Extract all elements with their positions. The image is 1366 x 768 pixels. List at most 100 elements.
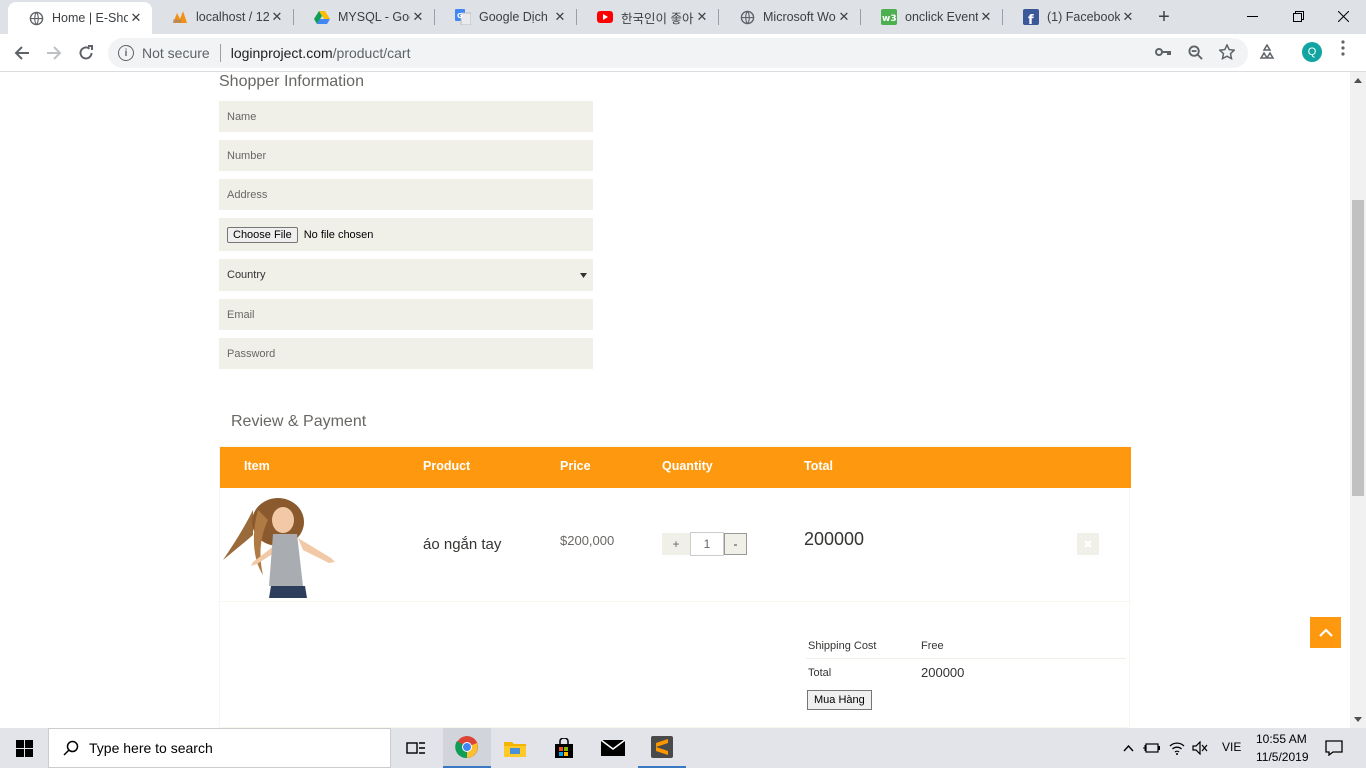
col-total: Total bbox=[804, 459, 833, 473]
forward-button[interactable] bbox=[41, 40, 67, 66]
arrow-right-icon bbox=[47, 46, 62, 60]
mail-button[interactable] bbox=[589, 728, 637, 768]
new-tab-button[interactable]: + bbox=[1152, 6, 1176, 29]
extension-icon[interactable] bbox=[1258, 43, 1276, 61]
close-icon[interactable]: ✕ bbox=[978, 9, 994, 25]
review-payment-title: Review & Payment bbox=[231, 413, 367, 430]
summary-total-value: 200000 bbox=[921, 665, 965, 680]
svg-text:f: f bbox=[1028, 13, 1034, 25]
folder-icon bbox=[504, 742, 526, 757]
tab-title: onclick Event bbox=[905, 10, 978, 24]
close-icon[interactable]: ✕ bbox=[836, 9, 852, 25]
tab-title: (1) Facebook bbox=[1047, 10, 1120, 24]
quantity-plus-button[interactable]: + bbox=[662, 533, 690, 555]
back-button[interactable] bbox=[9, 40, 35, 66]
quantity-minus-button[interactable]: - bbox=[724, 533, 747, 555]
close-window-button[interactable] bbox=[1320, 0, 1366, 32]
tab-youtube[interactable]: 한국인이 좋아 ✕ bbox=[577, 0, 718, 34]
tab-title: Google Dịch bbox=[479, 10, 548, 24]
close-icon[interactable]: ✕ bbox=[552, 9, 568, 25]
chevron-up-icon bbox=[1318, 628, 1333, 637]
choose-file-button[interactable]: Choose File bbox=[227, 226, 298, 243]
notifications-button[interactable] bbox=[1310, 728, 1358, 768]
taskbar-search-placeholder: Type here to search bbox=[89, 740, 213, 756]
zoom-icon[interactable] bbox=[1186, 43, 1204, 61]
scroll-up-arrow-icon[interactable] bbox=[1350, 72, 1366, 88]
profile-avatar[interactable]: Q bbox=[1302, 42, 1322, 62]
row-divider bbox=[220, 601, 1131, 602]
file-explorer-button[interactable] bbox=[491, 728, 539, 768]
store-button[interactable] bbox=[540, 728, 588, 768]
notification-icon bbox=[1325, 740, 1343, 756]
taskbar-search[interactable]: Type here to search bbox=[48, 728, 391, 768]
country-select[interactable]: Country bbox=[219, 259, 593, 291]
scroll-down-arrow-icon[interactable] bbox=[1350, 711, 1366, 727]
tab-home-eshop[interactable]: Home | E-Shop ✕ bbox=[8, 2, 152, 34]
close-icon[interactable]: ✕ bbox=[1120, 9, 1136, 25]
product-name[interactable]: áo ngắn tay bbox=[423, 536, 501, 553]
minimize-button[interactable] bbox=[1229, 0, 1275, 32]
tab-title: Microsoft Wor bbox=[763, 10, 836, 24]
quantity-input[interactable] bbox=[690, 532, 724, 556]
row-total: 200000 bbox=[804, 529, 865, 549]
wifi-icon[interactable] bbox=[1166, 728, 1188, 768]
no-file-label: No file chosen bbox=[303, 228, 374, 241]
name-field[interactable] bbox=[219, 101, 593, 132]
address-bar[interactable]: i Not secure loginproject.com /product/c… bbox=[108, 38, 1248, 68]
dropdown-arrow-icon bbox=[580, 270, 587, 280]
tab-localhost[interactable]: PMA localhost / 127 ✕ bbox=[152, 0, 293, 34]
tab-onclick-event[interactable]: w3 onclick Event ✕ bbox=[861, 0, 1002, 34]
task-view-button[interactable] bbox=[392, 728, 440, 768]
close-icon[interactable]: ✕ bbox=[269, 9, 285, 25]
taskbar: Type here to search VIE 10:55 AM 11/5/20… bbox=[0, 728, 1366, 768]
store-bag-icon bbox=[555, 738, 573, 758]
tab-title: Home | E-Shop bbox=[52, 11, 128, 25]
number-field[interactable] bbox=[219, 140, 593, 171]
bookmark-star-icon[interactable] bbox=[1218, 43, 1236, 61]
tab-title: MYSQL - Goog bbox=[338, 10, 410, 24]
close-icon[interactable]: ✕ bbox=[410, 9, 426, 25]
product-image[interactable] bbox=[223, 490, 344, 598]
svg-text:PMA: PMA bbox=[173, 19, 182, 24]
tab-microsoft-word[interactable]: Microsoft Wor ✕ bbox=[719, 0, 860, 34]
shipping-cost-value: Free bbox=[921, 640, 944, 652]
scroll-to-top-button[interactable] bbox=[1310, 617, 1341, 648]
address-field[interactable] bbox=[219, 179, 593, 210]
key-icon[interactable] bbox=[1154, 43, 1172, 61]
tab-facebook[interactable]: f (1) Facebook ✕ bbox=[1003, 0, 1144, 34]
restore-button[interactable] bbox=[1275, 0, 1321, 32]
country-select-value: Country bbox=[227, 269, 266, 281]
chevron-up-icon bbox=[1122, 744, 1134, 751]
tab-google-translate[interactable]: G Google Dịch ✕ bbox=[435, 0, 576, 34]
menu-icon[interactable] bbox=[1336, 40, 1350, 56]
clock-time[interactable]: 10:55 AM bbox=[1256, 732, 1307, 746]
show-hidden-icons-button[interactable] bbox=[1118, 728, 1138, 768]
scrollbar-thumb[interactable] bbox=[1352, 200, 1364, 496]
reload-button[interactable] bbox=[73, 40, 99, 66]
phpmyadmin-icon: PMA bbox=[172, 9, 188, 25]
google-translate-icon: G bbox=[455, 9, 471, 25]
input-language[interactable]: VIE bbox=[1222, 740, 1241, 754]
tab-mysql[interactable]: MYSQL - Goog ✕ bbox=[294, 0, 434, 34]
url-host: loginproject.com bbox=[230, 45, 333, 61]
file-upload: Choose File No file chosen bbox=[219, 218, 593, 251]
password-field[interactable] bbox=[219, 338, 593, 369]
reload-icon bbox=[79, 45, 93, 60]
task-view-icon bbox=[406, 742, 425, 754]
close-icon[interactable]: ✕ bbox=[128, 10, 144, 26]
globe-icon bbox=[28, 10, 44, 26]
close-icon[interactable]: ✕ bbox=[694, 9, 710, 25]
clock-date[interactable]: 11/5/2019 bbox=[1256, 750, 1309, 764]
delete-item-button[interactable]: ✖ bbox=[1077, 533, 1099, 555]
facebook-icon: f bbox=[1023, 9, 1039, 25]
chrome-taskbar-button[interactable] bbox=[443, 728, 491, 768]
sublime-text-button[interactable] bbox=[638, 728, 686, 768]
cart-table: Item Product Price Quantity Total áo ngắ… bbox=[219, 446, 1131, 728]
order-button[interactable]: Mua Hàng bbox=[807, 690, 872, 710]
google-drive-icon bbox=[314, 9, 330, 25]
battery-icon[interactable] bbox=[1141, 728, 1163, 768]
info-icon[interactable]: i bbox=[118, 45, 134, 61]
email-field[interactable] bbox=[219, 299, 593, 330]
windows-start-button[interactable] bbox=[0, 728, 48, 768]
volume-muted-icon[interactable] bbox=[1189, 728, 1211, 768]
